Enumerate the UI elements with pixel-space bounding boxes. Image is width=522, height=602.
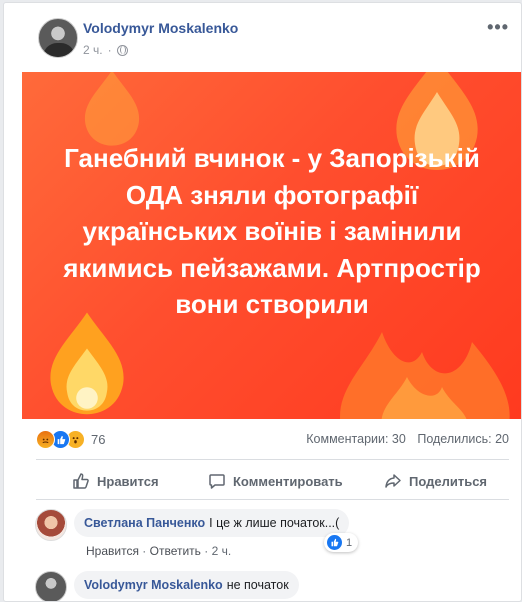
like-button-label: Нравится (97, 473, 159, 489)
like-icon (327, 535, 342, 550)
author-name[interactable]: Volodymyr Moskalenko (83, 20, 238, 36)
flame-icon (50, 312, 124, 415)
commenter-avatar[interactable] (35, 571, 67, 601)
comment-button[interactable]: Комментировать (208, 472, 343, 490)
post-text: Ганебний вчинок - у Запорізькій ОДА знял… (63, 143, 481, 319)
comment-reaction-badge[interactable]: 1 (324, 533, 359, 552)
like-button[interactable]: Нравится (72, 472, 159, 490)
comment-meta: Нравится · Ответить · 2 ч. (86, 544, 232, 558)
more-options-button[interactable]: ••• (487, 17, 509, 38)
divider (36, 499, 509, 500)
comment-text: не початок (226, 578, 289, 592)
commenter-name[interactable]: Светлана Панченко (84, 516, 205, 530)
author-avatar[interactable] (38, 18, 78, 58)
thumbs-up-icon (73, 473, 89, 489)
comment-button-label: Комментировать (233, 473, 343, 489)
share-icon (385, 474, 401, 488)
comment-like-link[interactable]: Нравится (86, 544, 139, 558)
divider (36, 459, 509, 460)
commenter-avatar[interactable] (35, 509, 67, 541)
flame-icon (84, 72, 140, 146)
comment-reply-link[interactable]: Ответить (150, 544, 201, 558)
share-button[interactable]: Поделиться (384, 472, 487, 490)
comment-icon (209, 474, 225, 489)
globe-icon (116, 44, 128, 56)
comment-reaction-count: 1 (346, 536, 353, 549)
reaction-summary[interactable]: 76 (36, 430, 105, 449)
share-button-label: Поделиться (409, 473, 488, 489)
post-background-banner: Ганебний вчинок - у Запорізькій ОДА знял… (22, 72, 521, 419)
comment-bubble: Volodymyr Moskalenko не початок (74, 571, 299, 599)
shares-count-link[interactable]: Поделились: 20 (417, 432, 509, 446)
comments-count-link[interactable]: Комментарии: 30 (306, 432, 406, 446)
comment-time[interactable]: 2 ч. (212, 544, 232, 558)
comment-text: І це ж лише початок...( (209, 516, 340, 530)
comment-bubble: Светлана Панченко І це ж лише початок...( (74, 509, 350, 537)
post-card: Volodymyr Moskalenko 2 ч. · ••• Ганебний… (3, 2, 522, 602)
commenter-name[interactable]: Volodymyr Moskalenko (84, 578, 223, 592)
engagement-counts: Комментарии: 30 Поделились: 20 (306, 432, 509, 446)
post-meta: 2 ч. · (83, 43, 128, 57)
angry-icon (36, 430, 55, 449)
post-time[interactable]: 2 ч. (83, 43, 103, 57)
reaction-count: 76 (91, 432, 106, 447)
